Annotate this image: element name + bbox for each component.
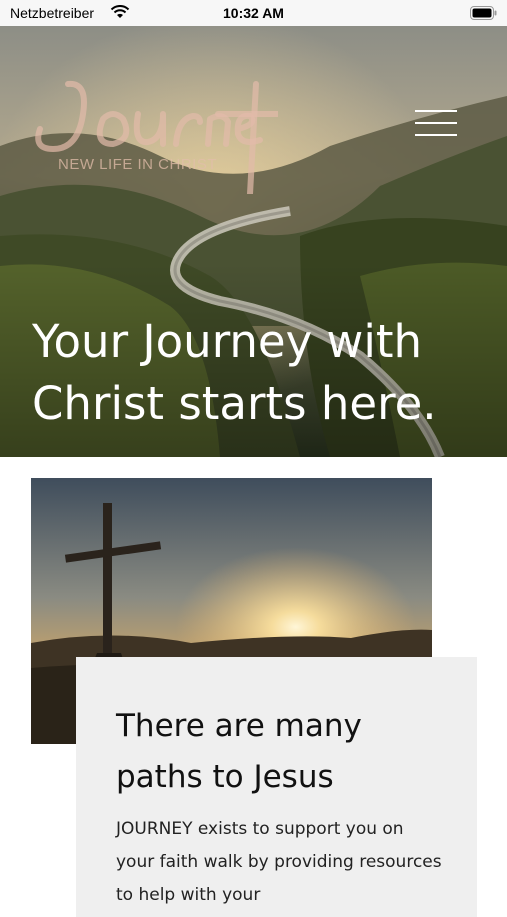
clock: 10:32 AM [223, 5, 284, 21]
hero-banner: NEW LIFE IN CHRIST Your Journey with Chr… [0, 26, 507, 457]
menu-line [415, 122, 457, 124]
card-heading: There are many paths to Jesus [116, 708, 362, 795]
card-body-text: JOURNEY exists to support you on your fa… [116, 819, 442, 905]
status-bar: Netzbetreiber 10:32 AM [0, 0, 507, 26]
journey-logo[interactable]: NEW LIFE IN CHRIST [28, 74, 278, 224]
paths-info-card: There are many paths to Jesus JOURNEY ex… [76, 657, 477, 917]
hamburger-menu-icon[interactable] [412, 106, 460, 140]
menu-line [415, 110, 457, 112]
logo-tagline: NEW LIFE IN CHRIST [58, 156, 218, 173]
logo-script-image [35, 80, 278, 194]
hero-headline: Your Journey with Christ starts here. [32, 315, 437, 430]
menu-line [415, 134, 457, 136]
battery-icon [470, 6, 497, 20]
